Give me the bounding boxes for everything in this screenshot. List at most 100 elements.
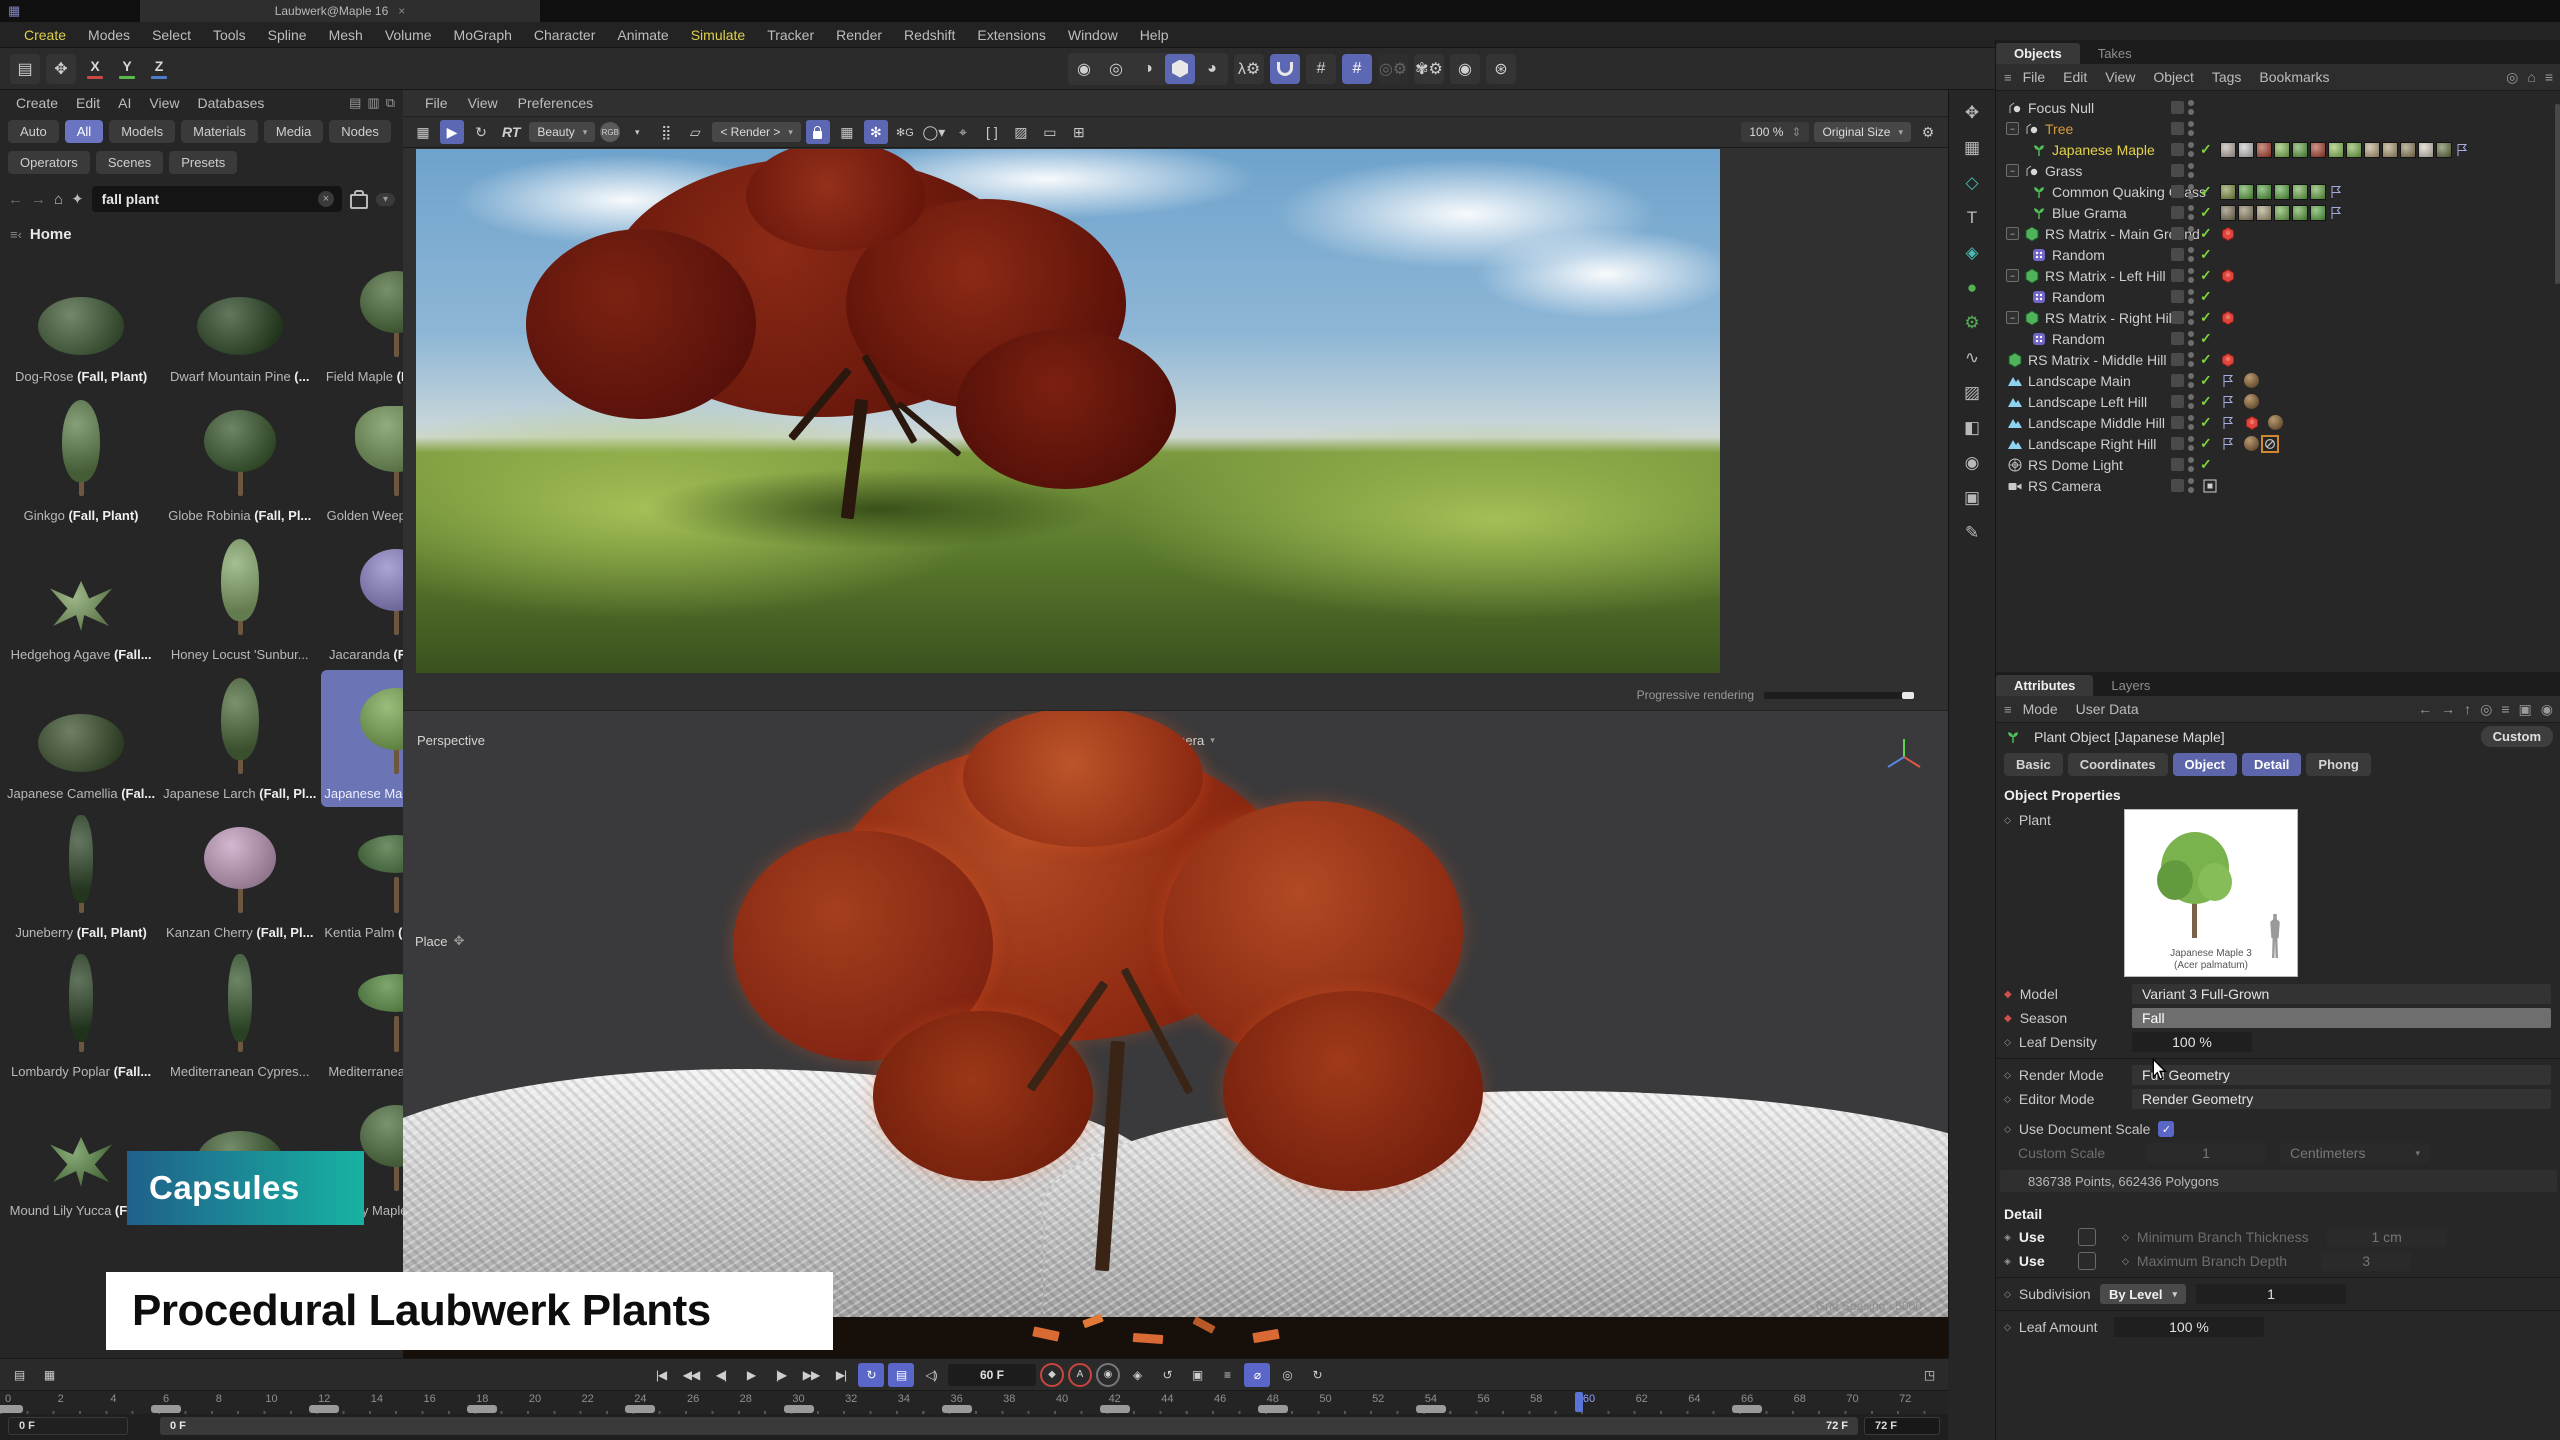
- go-to-start-button[interactable]: |◀: [648, 1363, 674, 1387]
- close-icon[interactable]: ×: [398, 4, 405, 18]
- visibility-dots[interactable]: [2187, 393, 2195, 410]
- frame-tick[interactable]: 12: [318, 1393, 330, 1405]
- object-tree-row[interactable]: Random✓: [1996, 328, 2560, 349]
- frame-tick[interactable]: 72: [1899, 1393, 1911, 1405]
- keyframe-marker[interactable]: [467, 1405, 497, 1413]
- cube-tool-icon[interactable]: ◇: [1957, 170, 1987, 196]
- render-mode-dropdown[interactable]: Full Geometry: [2132, 1065, 2551, 1085]
- om-view[interactable]: View: [2096, 69, 2144, 85]
- object-tree-row[interactable]: RS Camera: [1996, 475, 2560, 496]
- undo-doc-icon[interactable]: ▤: [10, 54, 40, 84]
- target-icon[interactable]: ◉: [2541, 701, 2553, 718]
- filter-materials[interactable]: Materials: [181, 120, 258, 143]
- edit-state-toggle[interactable]: [2171, 269, 2184, 282]
- edit-state-toggle[interactable]: [2171, 311, 2184, 324]
- visibility-dots[interactable]: [2187, 288, 2195, 305]
- edit-state-toggle[interactable]: [2171, 479, 2184, 492]
- om-bookmarks[interactable]: Bookmarks: [2250, 69, 2338, 85]
- grid-snap-icon[interactable]: #: [1306, 54, 1336, 84]
- rt-toggle[interactable]: RT: [498, 124, 524, 140]
- edit-state-toggle[interactable]: [2171, 122, 2184, 135]
- object-tree-row[interactable]: RS Dome Light✓: [1996, 454, 2560, 475]
- filter-media[interactable]: Media: [264, 120, 323, 143]
- ab-menu-view[interactable]: View: [141, 95, 187, 111]
- disabled-gear-icon[interactable]: ◎⚙: [1378, 54, 1408, 84]
- film-icon[interactable]: ▦: [411, 120, 435, 144]
- ab-menu-create[interactable]: Create: [8, 95, 66, 111]
- menu-redshift[interactable]: Redshift: [894, 27, 965, 43]
- keyframe-marker[interactable]: [151, 1405, 181, 1413]
- object-tree-row[interactable]: RS Matrix - Middle Hill✓: [1996, 349, 2560, 370]
- frame-tick[interactable]: 38: [1003, 1393, 1015, 1405]
- visibility-dots[interactable]: [2187, 267, 2195, 284]
- object-tree-row[interactable]: Blue Grama✓: [1996, 202, 2560, 223]
- asset-item[interactable]: Mediterranean Cypres...: [160, 948, 319, 1085]
- frame-tick[interactable]: 16: [423, 1393, 435, 1405]
- filter-operators[interactable]: Operators: [8, 151, 90, 174]
- search-icon[interactable]: ◎: [2506, 69, 2518, 86]
- cloth-tool-icon[interactable]: ◈: [1957, 240, 1987, 266]
- mode-icon-3[interactable]: [1165, 54, 1195, 84]
- shear-tool-icon[interactable]: ▨: [1957, 380, 1987, 406]
- attr-tab-basic[interactable]: Basic: [2004, 753, 2063, 776]
- attr-tab-coordinates[interactable]: Coordinates: [2068, 753, 2168, 776]
- viewport-label[interactable]: Perspective: [417, 733, 485, 748]
- material-sphere-tag[interactable]: [2268, 415, 2283, 430]
- frame-tick[interactable]: 4: [110, 1393, 116, 1405]
- filter-presets[interactable]: Presets: [169, 151, 237, 174]
- tab-attributes[interactable]: Attributes: [1996, 675, 2093, 696]
- frame-tick[interactable]: 44: [1161, 1393, 1173, 1405]
- frame-tick[interactable]: 56: [1477, 1393, 1489, 1405]
- object-tree-row[interactable]: Landscape Middle Hill✓: [1996, 412, 2560, 433]
- frame-tick[interactable]: 42: [1109, 1393, 1121, 1405]
- edit-state-toggle[interactable]: [2171, 332, 2184, 345]
- keyframe-marker[interactable]: [309, 1405, 339, 1413]
- objects-scrollbar[interactable]: [2555, 104, 2560, 284]
- frame-tick[interactable]: 46: [1214, 1393, 1226, 1405]
- grid-icon[interactable]: ▦: [835, 120, 859, 144]
- material-swatch[interactable]: [2436, 142, 2452, 158]
- frame-tick[interactable]: 8: [216, 1393, 222, 1405]
- filter-icon[interactable]: ≡: [2501, 701, 2509, 718]
- frame-tick[interactable]: 40: [1056, 1393, 1068, 1405]
- material-swatch[interactable]: [2364, 142, 2380, 158]
- menu-window[interactable]: Window: [1058, 27, 1128, 43]
- frame-tick[interactable]: 34: [898, 1393, 910, 1405]
- lock-icon[interactable]: [806, 120, 830, 144]
- document-tab[interactable]: Laubwerk@Maple 16 ×: [140, 0, 540, 22]
- object-tree-row[interactable]: −RS Matrix - Main Ground✓: [1996, 223, 2560, 244]
- dropdown-caret-icon[interactable]: ▾: [625, 120, 649, 144]
- ab-corner-icon-0[interactable]: ▤: [349, 95, 361, 111]
- rv-menu-view[interactable]: View: [460, 95, 506, 111]
- record-keyframe-button[interactable]: ◆: [1040, 1363, 1064, 1387]
- rgb-icon[interactable]: RGB: [600, 122, 620, 142]
- refresh-icon[interactable]: ↻: [469, 120, 493, 144]
- asset-item[interactable]: Globe Robinia (Fall, Pl...: [160, 392, 319, 529]
- menu-spline[interactable]: Spline: [258, 27, 317, 43]
- frame-tick[interactable]: 60: [1583, 1393, 1595, 1405]
- rv-menu-file[interactable]: File: [417, 95, 456, 111]
- om-file[interactable]: File: [2014, 69, 2055, 85]
- visibility-dots[interactable]: [2187, 456, 2195, 473]
- back-icon[interactable]: ←: [2418, 701, 2432, 718]
- asset-item[interactable]: Dwarf Mountain Pine (...: [160, 253, 319, 390]
- next-key-button[interactable]: ▶▶: [798, 1363, 824, 1387]
- om-object[interactable]: Object: [2144, 69, 2202, 85]
- axis-lock-y[interactable]: Y: [114, 55, 140, 83]
- material-swatch[interactable]: [2220, 142, 2236, 158]
- go-to-end-button[interactable]: ▶|: [828, 1363, 854, 1387]
- keyframe-marker[interactable]: [1100, 1405, 1130, 1413]
- custom-button[interactable]: Custom: [2481, 726, 2553, 747]
- timeline-ruler[interactable]: 0246810121416182022242628303234363840424…: [0, 1390, 1948, 1415]
- quantize-grid-icon[interactable]: #: [1342, 54, 1372, 84]
- max-branch-use-checkbox[interactable]: ✓: [2078, 1252, 2096, 1270]
- favorites-icon[interactable]: ✦: [71, 190, 84, 208]
- search-box[interactable]: ×: [92, 186, 342, 212]
- bag-icon[interactable]: [350, 194, 368, 209]
- visibility-dots[interactable]: [2187, 120, 2195, 137]
- visibility-dots[interactable]: [2187, 435, 2195, 452]
- frame-tick[interactable]: 70: [1846, 1393, 1858, 1405]
- corner-icon-0[interactable]: ▤: [6, 1363, 32, 1387]
- leaf-density-field[interactable]: 100 %: [2132, 1032, 2252, 1052]
- visibility-dots[interactable]: [2187, 99, 2195, 116]
